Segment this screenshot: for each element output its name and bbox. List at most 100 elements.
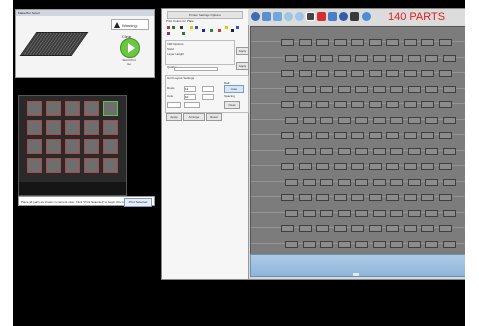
zoom-in-icon[interactable] — [284, 12, 293, 21]
color-swatch[interactable] — [225, 26, 228, 29]
build-part[interactable] — [403, 70, 417, 77]
build-part[interactable] — [281, 225, 294, 232]
build-part[interactable] — [285, 209, 298, 217]
build-part[interactable] — [425, 209, 438, 217]
build-part[interactable] — [425, 54, 438, 62]
build-part[interactable] — [320, 116, 333, 124]
build-part[interactable] — [386, 194, 399, 201]
build-part[interactable] — [386, 132, 399, 139]
build-part[interactable] — [407, 54, 421, 62]
build-part[interactable] — [337, 209, 351, 217]
build-part[interactable] — [302, 116, 316, 124]
build-part[interactable] — [337, 85, 351, 93]
build-part[interactable] — [298, 194, 312, 201]
build-part[interactable] — [281, 194, 294, 201]
quality-slider[interactable] — [174, 67, 218, 71]
build-part[interactable] — [372, 54, 386, 62]
rows-spin[interactable] — [202, 86, 214, 92]
build-part[interactable] — [337, 116, 351, 124]
build-part[interactable] — [442, 85, 456, 93]
build-part[interactable] — [421, 70, 434, 77]
build-part[interactable] — [386, 70, 399, 77]
warning-button[interactable]: Warning: Clear — [111, 19, 149, 39]
build-part[interactable] — [438, 39, 452, 46]
build-part[interactable] — [316, 39, 329, 46]
build-part[interactable] — [281, 39, 294, 46]
build-part[interactable] — [320, 209, 333, 217]
build-part[interactable] — [438, 163, 452, 170]
build-part[interactable] — [407, 147, 421, 155]
build-part[interactable] — [281, 132, 294, 139]
camera-icon[interactable] — [350, 12, 359, 21]
cols-input[interactable]: 10 — [184, 94, 196, 100]
scroll-handle[interactable] — [353, 273, 359, 276]
build-part[interactable] — [333, 70, 347, 77]
build-part[interactable] — [372, 147, 386, 155]
build-part[interactable] — [355, 85, 368, 93]
color-swatch[interactable] — [167, 32, 170, 35]
build-part[interactable] — [442, 240, 456, 248]
build-part[interactable] — [403, 39, 417, 46]
print-selected-button[interactable]: Print Selected — [124, 198, 152, 207]
color-swatch[interactable] — [195, 26, 198, 29]
build-part[interactable] — [438, 101, 452, 108]
build-part[interactable] — [390, 178, 403, 186]
auto-button[interactable]: Auto — [224, 85, 244, 93]
build-part[interactable] — [403, 225, 417, 232]
save-icon[interactable] — [262, 12, 271, 21]
build-part[interactable] — [442, 54, 456, 62]
build-part[interactable] — [302, 54, 316, 62]
build-part[interactable] — [390, 147, 403, 155]
build-part[interactable] — [390, 54, 403, 62]
spacing-input[interactable] — [184, 102, 200, 108]
build-part[interactable] — [425, 147, 438, 155]
color-swatch[interactable] — [180, 26, 183, 29]
build-part[interactable] — [372, 209, 386, 217]
build-part[interactable] — [368, 70, 382, 77]
build-part[interactable] — [351, 163, 364, 170]
build-part[interactable] — [355, 209, 368, 217]
build-part[interactable] — [372, 240, 386, 248]
build-part[interactable] — [368, 194, 382, 201]
build-part[interactable] — [425, 85, 438, 93]
build-part[interactable] — [368, 132, 382, 139]
build-part[interactable] — [421, 39, 434, 46]
build-part[interactable] — [351, 70, 364, 77]
build-part[interactable] — [368, 163, 382, 170]
build-part[interactable] — [302, 85, 316, 93]
print-icon[interactable] — [328, 12, 337, 21]
build-part[interactable] — [320, 147, 333, 155]
globe-icon[interactable] — [339, 12, 348, 21]
build-part[interactable] — [442, 116, 456, 124]
build-part[interactable] — [403, 194, 417, 201]
build-part[interactable] — [372, 116, 386, 124]
build-part[interactable] — [316, 163, 329, 170]
build-part[interactable] — [372, 85, 386, 93]
build-part[interactable] — [438, 132, 452, 139]
build-part[interactable] — [425, 116, 438, 124]
build-part[interactable] — [285, 116, 298, 124]
build-part[interactable] — [355, 178, 368, 186]
build-part[interactable] — [302, 147, 316, 155]
build-part[interactable] — [320, 54, 333, 62]
build-part[interactable] — [351, 101, 364, 108]
build-part[interactable] — [281, 163, 294, 170]
build-part[interactable] — [320, 85, 333, 93]
build-part[interactable] — [333, 101, 347, 108]
build-part[interactable] — [337, 54, 351, 62]
build-part[interactable] — [438, 70, 452, 77]
build-part[interactable] — [368, 225, 382, 232]
build-part[interactable] — [316, 101, 329, 108]
reset-button[interactable]: Reset — [206, 113, 222, 121]
build-part[interactable] — [421, 194, 434, 201]
build-part[interactable] — [316, 194, 329, 201]
build-part[interactable] — [281, 101, 294, 108]
build-part[interactable] — [386, 101, 399, 108]
build-part[interactable] — [298, 132, 312, 139]
build-part[interactable] — [407, 85, 421, 93]
gear-icon[interactable] — [251, 12, 260, 21]
build-part[interactable] — [298, 225, 312, 232]
build-part[interactable] — [285, 54, 298, 62]
color-swatch[interactable] — [167, 26, 170, 29]
build-part[interactable] — [403, 101, 417, 108]
